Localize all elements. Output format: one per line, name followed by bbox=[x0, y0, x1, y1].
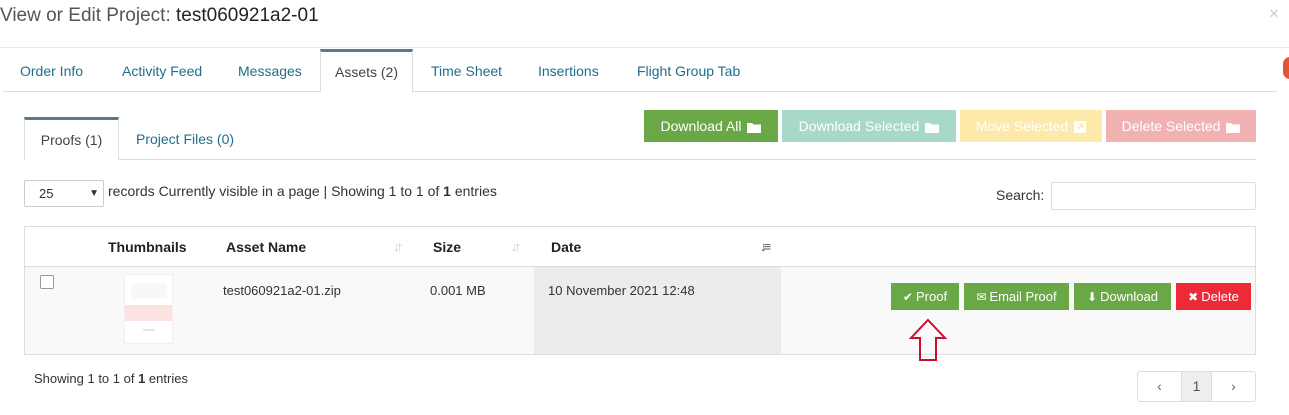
move-selected-button[interactable]: Move Selected bbox=[960, 110, 1102, 142]
folder-icon bbox=[747, 123, 762, 133]
tab-flight-group[interactable]: Flight Group Tab bbox=[637, 49, 740, 92]
delete-selected-label: Delete Selected bbox=[1121, 118, 1221, 134]
delete-button[interactable]: ✖ Delete bbox=[1176, 283, 1251, 310]
column-header-size[interactable]: Size bbox=[433, 239, 461, 255]
download-all-button[interactable]: Download All bbox=[644, 110, 778, 142]
download-label: Download bbox=[1100, 289, 1158, 304]
search-input[interactable] bbox=[1051, 182, 1256, 210]
download-all-label: Download All bbox=[660, 118, 742, 134]
page-length-select[interactable]: 25 ▼ bbox=[24, 180, 104, 207]
records-suffix: entries bbox=[450, 183, 497, 199]
sort-desc-icon[interactable]: ↓≡ bbox=[760, 239, 771, 254]
table-header: Thumbnails Asset Name ↓↑ Size ↓↑ Date ↓≡ bbox=[25, 227, 1255, 267]
move-selected-label: Move Selected bbox=[975, 118, 1069, 134]
tab-messages[interactable]: Messages bbox=[238, 49, 302, 92]
check-circle-icon: ✔ bbox=[902, 290, 913, 304]
download-icon: ⬇ bbox=[1087, 290, 1098, 304]
download-button[interactable]: ⬇ Download bbox=[1074, 283, 1171, 310]
pagination-page-1[interactable]: 1 bbox=[1182, 372, 1212, 401]
asset-name-cell: test060921a2-01.zip bbox=[223, 283, 341, 298]
asset-thumbnail[interactable] bbox=[124, 274, 173, 344]
column-header-asset-name[interactable]: Asset Name bbox=[226, 239, 306, 255]
proofs-table: Thumbnails Asset Name ↓↑ Size ↓↑ Date ↓≡… bbox=[24, 226, 1256, 355]
envelope-icon: ✉ bbox=[976, 290, 987, 304]
page-length-value: 25 bbox=[39, 186, 54, 201]
pagination-next-button[interactable]: › bbox=[1212, 372, 1255, 401]
close-icon: ✖ bbox=[1188, 290, 1199, 304]
download-selected-button[interactable]: Download Selected bbox=[782, 110, 956, 142]
delete-selected-button[interactable]: Delete Selected bbox=[1106, 110, 1256, 142]
external-link-icon bbox=[1074, 121, 1087, 133]
records-text: records Currently visible in a page | Sh… bbox=[108, 183, 444, 199]
project-tabs: Order Info Activity Feed Messages Assets… bbox=[3, 49, 1277, 93]
email-proof-button[interactable]: ✉ Email Proof bbox=[964, 283, 1069, 310]
folder-icon bbox=[925, 123, 940, 133]
table-row: test060921a2-01.zip 0.001 MB 10 November… bbox=[25, 267, 1255, 354]
modal-header: View or Edit Project: test060921a2-01 × bbox=[0, 0, 1289, 48]
modal-title-prefix: View or Edit Project: bbox=[0, 5, 171, 26]
tab-order-info[interactable]: Order Info bbox=[20, 49, 83, 92]
subtab-proofs[interactable]: Proofs (1) bbox=[24, 117, 119, 161]
tab-time-sheet[interactable]: Time Sheet bbox=[431, 49, 502, 92]
subtab-project-files[interactable]: Project Files (0) bbox=[136, 117, 234, 160]
download-selected-label: Download Selected bbox=[798, 118, 920, 134]
tab-assets[interactable]: Assets (2) bbox=[320, 49, 413, 93]
records-info: records Currently visible in a page | Sh… bbox=[108, 183, 497, 199]
close-icon[interactable]: × bbox=[1269, 4, 1279, 24]
delete-label: Delete bbox=[1201, 289, 1239, 304]
tab-activity-feed[interactable]: Activity Feed bbox=[122, 49, 202, 92]
size-cell: 0.001 MB bbox=[430, 283, 486, 298]
date-cell-highlight bbox=[534, 267, 781, 354]
sort-both-icon[interactable]: ↓↑ bbox=[511, 239, 521, 254]
table-footer-info: Showing 1 to 1 of 1 entries bbox=[34, 371, 188, 386]
annotation-arrow-icon bbox=[909, 318, 947, 361]
tab-insertions[interactable]: Insertions bbox=[538, 49, 599, 92]
folder-icon bbox=[1226, 123, 1241, 133]
records-count: 1 bbox=[443, 183, 451, 199]
column-header-date[interactable]: Date bbox=[551, 239, 581, 255]
pagination: ‹ 1 › bbox=[1137, 371, 1256, 402]
search-label: Search: bbox=[996, 187, 1045, 203]
sort-both-icon[interactable]: ↓↑ bbox=[393, 239, 403, 254]
column-header-thumbnails: Thumbnails bbox=[108, 239, 187, 255]
date-cell: 10 November 2021 12:48 bbox=[548, 283, 695, 298]
footer-info-suffix: entries bbox=[145, 371, 188, 386]
project-name: test060921a2-01 bbox=[176, 5, 319, 26]
row-checkbox[interactable] bbox=[40, 275, 54, 289]
side-indicator-dot bbox=[1283, 57, 1289, 79]
proof-button[interactable]: ✔ Proof bbox=[891, 283, 959, 310]
pagination-prev-button[interactable]: ‹ bbox=[1138, 372, 1182, 401]
modal-title: View or Edit Project: test060921a2-01 bbox=[0, 5, 319, 27]
chevron-down-icon: ▼ bbox=[89, 188, 99, 199]
proof-label: Proof bbox=[915, 289, 948, 304]
footer-info-prefix: Showing 1 to 1 of bbox=[34, 371, 139, 386]
email-proof-label: Email Proof bbox=[989, 289, 1057, 304]
